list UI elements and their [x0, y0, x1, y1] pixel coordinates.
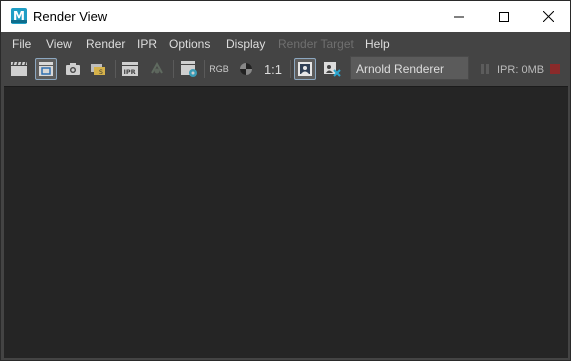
svg-text:IPR: IPR: [124, 68, 136, 76]
toolbar-separator: [204, 60, 205, 78]
stop-ipr-button[interactable]: [544, 58, 566, 80]
menu-help[interactable]: Help: [365, 37, 390, 51]
renderer-dropdown[interactable]: Arnold Renderer: [350, 56, 469, 80]
rgb-channel-icon: RGB: [209, 64, 229, 74]
render-settings-button[interactable]: [178, 58, 200, 80]
rgb-channel-button[interactable]: RGB: [208, 58, 230, 80]
menu-render[interactable]: Render: [86, 37, 125, 51]
menu-ipr[interactable]: IPR: [137, 37, 157, 51]
render-button[interactable]: [8, 58, 30, 80]
render-region-button[interactable]: [35, 58, 57, 80]
one-to-one-icon: 1:1: [263, 61, 283, 77]
menu-options[interactable]: Options: [169, 37, 210, 51]
refresh-ipr-button[interactable]: [146, 58, 168, 80]
toolbar-separator: [173, 60, 174, 78]
menu-bar: File View Render IPR Options Display Ren…: [1, 34, 570, 54]
ipr-memory-readout: IPR: 0MB: [497, 64, 545, 76]
snapshot-button[interactable]: [62, 58, 84, 80]
close-button[interactable]: [525, 1, 571, 32]
menu-view[interactable]: View: [46, 37, 72, 51]
real-size-button[interactable]: 1:1: [262, 58, 284, 80]
menu-render-target: Render Target: [278, 37, 354, 51]
renderer-value: Arnold Renderer: [356, 62, 445, 76]
render-clapper-icon: [11, 61, 27, 76]
pause-ipr-button[interactable]: [474, 58, 496, 80]
remove-image-icon: [324, 62, 341, 77]
toolbar-separator: [115, 60, 116, 78]
alpha-channel-button[interactable]: [235, 58, 257, 80]
ipr-render-button[interactable]: IPR: [119, 58, 141, 80]
render-settings-icon: [181, 61, 197, 77]
keep-image-button[interactable]: [294, 58, 316, 80]
render-view-window: M Render View File View Render IPR Optio…: [0, 0, 571, 361]
close-icon: [542, 11, 554, 22]
render-region-icon: [39, 62, 53, 76]
maximize-button[interactable]: [481, 1, 527, 32]
menu-display[interactable]: Display: [226, 37, 265, 51]
snapshot-camera-icon: [66, 63, 80, 75]
remove-image-button[interactable]: [321, 58, 343, 80]
maximize-icon: [499, 11, 509, 22]
toolbar-separator: [290, 60, 291, 78]
pause-ipr-icon: [481, 64, 489, 74]
title-bar[interactable]: M Render View: [1, 1, 570, 32]
menu-file[interactable]: File: [12, 37, 31, 51]
ipr-render-icon: IPR: [122, 62, 138, 76]
render-viewport[interactable]: [4, 86, 568, 358]
alpha-channel-icon: [240, 63, 252, 75]
refresh-ipr-icon: [151, 61, 163, 74]
minimize-button[interactable]: [436, 1, 482, 32]
stop-ipr-icon: [550, 64, 560, 74]
render-sequence-icon: S: [91, 64, 105, 76]
render-sequence-button[interactable]: S: [88, 58, 110, 80]
keep-image-icon: [298, 62, 312, 76]
maya-app-icon: M: [11, 8, 27, 24]
minimize-icon: [454, 16, 464, 17]
window-title: Render View: [33, 9, 108, 24]
svg-text:S: S: [99, 69, 103, 76]
